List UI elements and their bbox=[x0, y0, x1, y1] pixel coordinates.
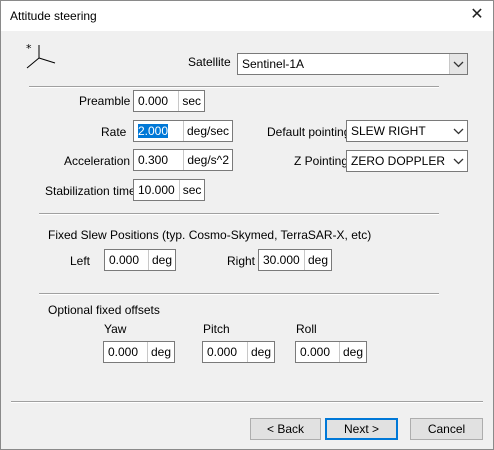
pitch-field[interactable]: 0.000 deg bbox=[202, 341, 275, 363]
pitch-unit: deg bbox=[246, 342, 274, 362]
pitch-value: 0.000 bbox=[207, 345, 238, 359]
acceleration-value: 0.300 bbox=[138, 153, 169, 167]
z-pointing-label: Z Pointing bbox=[294, 154, 349, 168]
offsets-heading: Optional fixed offsets bbox=[48, 303, 160, 317]
z-pointing-value: ZERO DOPPLER bbox=[351, 154, 446, 168]
roll-value: 0.000 bbox=[300, 345, 331, 359]
left-field[interactable]: 0.000 deg bbox=[104, 249, 176, 271]
cancel-button[interactable]: Cancel bbox=[410, 418, 483, 440]
default-pointing-value: SLEW RIGHT bbox=[351, 124, 426, 138]
roll-field[interactable]: 0.000 deg bbox=[295, 341, 367, 363]
pitch-label: Pitch bbox=[203, 322, 230, 336]
acceleration-label: Acceleration bbox=[64, 154, 131, 168]
satellite-value: Sentinel-1A bbox=[242, 57, 305, 71]
chevron-down-icon bbox=[453, 128, 464, 135]
rate-value: 2.000 bbox=[138, 124, 169, 138]
chevron-down-icon bbox=[453, 158, 464, 165]
preamble-unit: sec bbox=[178, 91, 204, 111]
acceleration-field[interactable]: 0.300 deg/s^2 bbox=[133, 149, 233, 171]
close-icon[interactable]: ✕ bbox=[467, 5, 487, 25]
default-pointing-select[interactable]: SLEW RIGHT bbox=[346, 120, 468, 142]
yaw-unit: deg bbox=[146, 342, 174, 362]
preamble-field[interactable]: 0.000 sec bbox=[133, 90, 205, 112]
title-bar: Attitude steering ✕ bbox=[1, 1, 493, 31]
right-value: 30.000 bbox=[263, 253, 300, 267]
left-value: 0.000 bbox=[109, 253, 140, 267]
stabilization-field[interactable]: 10.000 sec bbox=[133, 179, 205, 201]
left-unit: deg bbox=[147, 250, 175, 270]
yaw-value: 0.000 bbox=[108, 345, 139, 359]
roll-unit: deg bbox=[338, 342, 366, 362]
back-button[interactable]: < Back bbox=[250, 418, 321, 440]
chevron-down-icon bbox=[449, 54, 467, 74]
preamble-label: Preamble bbox=[79, 94, 131, 108]
roll-label: Roll bbox=[296, 322, 317, 336]
right-field[interactable]: 30.000 deg bbox=[258, 249, 332, 271]
yaw-field[interactable]: 0.000 deg bbox=[103, 341, 175, 363]
separator bbox=[11, 401, 483, 403]
stabilization-value: 10.000 bbox=[138, 183, 175, 197]
separator bbox=[39, 213, 439, 215]
next-button[interactable]: Next > bbox=[325, 418, 398, 440]
fixed-slew-heading: Fixed Slew Positions (typ. Cosmo-Skymed,… bbox=[48, 228, 372, 242]
rate-field[interactable]: 2.000 deg/sec bbox=[133, 120, 233, 142]
dialog-window: Attitude steering ✕ * Satellite Sentinel… bbox=[0, 0, 494, 450]
yaw-label: Yaw bbox=[104, 322, 127, 336]
default-pointing-label: Default pointing bbox=[267, 125, 351, 139]
rate-unit: deg/sec bbox=[182, 121, 232, 141]
acceleration-unit: deg/s^2 bbox=[183, 150, 232, 170]
stabilization-unit: sec bbox=[178, 180, 205, 200]
preamble-value: 0.000 bbox=[138, 94, 169, 108]
rate-label: Rate bbox=[101, 125, 127, 139]
satellite-select[interactable]: Sentinel-1A bbox=[237, 53, 468, 75]
rate-value-wrap: 2.000 bbox=[134, 121, 183, 141]
stabilization-label: Stabilization time bbox=[45, 184, 136, 198]
satellite-label: Satellite bbox=[188, 55, 231, 69]
window-title: Attitude steering bbox=[10, 9, 97, 23]
axes-icon: * bbox=[26, 42, 56, 69]
separator bbox=[29, 86, 439, 88]
right-unit: deg bbox=[303, 250, 331, 270]
separator bbox=[39, 293, 439, 295]
right-label: Right bbox=[227, 254, 256, 268]
z-pointing-select[interactable]: ZERO DOPPLER bbox=[346, 150, 468, 172]
left-label: Left bbox=[70, 254, 91, 268]
svg-text:*: * bbox=[26, 42, 32, 55]
